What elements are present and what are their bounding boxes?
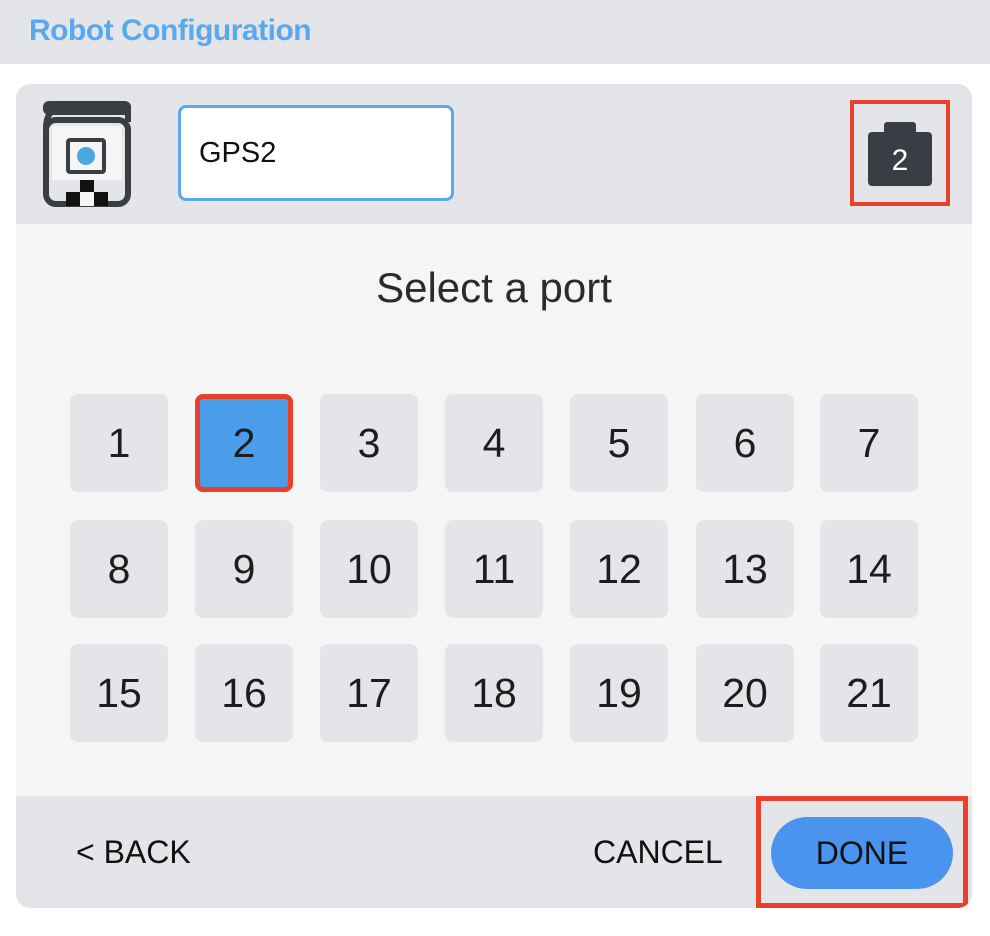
port-button-4[interactable]: 4	[445, 394, 543, 492]
port-button-1[interactable]: 1	[70, 394, 168, 492]
dialog-footer: < BACK CANCEL DONE	[16, 796, 972, 908]
select-port-heading: Select a port	[376, 264, 612, 311]
port-button-12[interactable]: 12	[570, 520, 668, 618]
port-button-7[interactable]: 7	[820, 394, 918, 492]
port-button-5[interactable]: 5	[570, 394, 668, 492]
port-button-2[interactable]: 2	[195, 394, 293, 492]
app-header: Robot Configuration	[0, 0, 990, 64]
port-button-3[interactable]: 3	[320, 394, 418, 492]
port-indicator[interactable]: 2	[850, 100, 950, 206]
port-button-16[interactable]: 16	[195, 644, 293, 742]
back-button[interactable]: < BACK	[76, 834, 191, 871]
port-plug-icon: 2	[868, 122, 932, 186]
port-button-18[interactable]: 18	[445, 644, 543, 742]
port-button-20[interactable]: 20	[696, 644, 794, 742]
port-button-8[interactable]: 8	[70, 520, 168, 618]
port-button-21[interactable]: 21	[820, 644, 918, 742]
device-name-input[interactable]	[178, 105, 454, 201]
device-header: 2	[16, 84, 972, 224]
gps-sensor-icon	[43, 101, 131, 207]
port-button-10[interactable]: 10	[320, 520, 418, 618]
cancel-button[interactable]: CANCEL	[593, 834, 723, 871]
port-button-14[interactable]: 14	[820, 520, 918, 618]
port-button-6[interactable]: 6	[696, 394, 794, 492]
port-button-17[interactable]: 17	[320, 644, 418, 742]
done-button-highlight: DONE	[756, 796, 968, 908]
port-button-11[interactable]: 11	[445, 520, 543, 618]
port-button-9[interactable]: 9	[195, 520, 293, 618]
done-button[interactable]: DONE	[771, 817, 953, 889]
page-title: Robot Configuration	[29, 14, 312, 47]
port-button-19[interactable]: 19	[570, 644, 668, 742]
port-button-15[interactable]: 15	[70, 644, 168, 742]
device-config-panel: 2 Select a port 123456789101112131415161…	[16, 84, 972, 908]
port-button-13[interactable]: 13	[696, 520, 794, 618]
